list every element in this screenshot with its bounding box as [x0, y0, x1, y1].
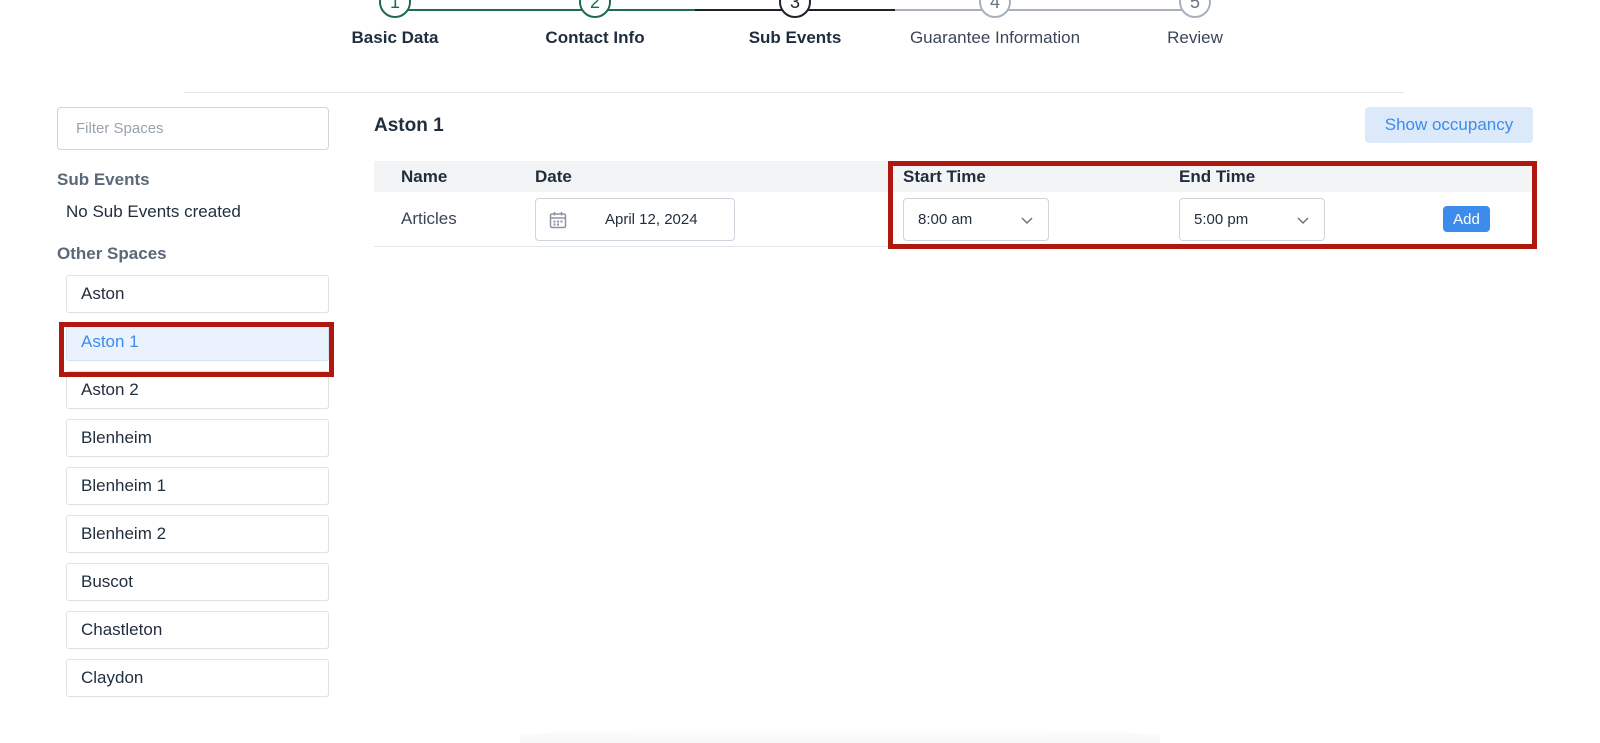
spaces-sidebar: Sub Events No Sub Events created Other S…: [57, 107, 337, 707]
step-number: 5: [1179, 0, 1211, 18]
sub-events-heading: Sub Events: [57, 170, 150, 189]
filter-spaces-input[interactable]: [57, 107, 329, 150]
progress-stepper: 1 Basic Data 2 Contact Info 3 Sub Events…: [0, 0, 1600, 90]
other-spaces-heading: Other Spaces: [57, 244, 167, 263]
start-time-value: 8:00 am: [918, 211, 973, 228]
column-header-start-time: Start Time: [903, 167, 986, 186]
step-sub-events[interactable]: 3 Sub Events: [695, 0, 895, 48]
space-item-claydon[interactable]: Claydon: [66, 659, 329, 697]
column-header-end-time: End Time: [1179, 167, 1256, 186]
step-guarantee-information[interactable]: 4 Guarantee Information: [895, 0, 1095, 48]
column-header-date: Date: [535, 167, 572, 186]
step-number: 2: [579, 0, 611, 18]
space-item-aston-2[interactable]: Aston 2: [66, 371, 329, 409]
date-value: April 12, 2024: [605, 211, 698, 228]
space-list: Aston Aston 1 Aston 2 Blenheim Blenheim …: [66, 275, 337, 697]
column-header-name: Name: [401, 167, 448, 186]
step-label: Sub Events: [748, 28, 842, 47]
end-time-select[interactable]: 5:00 pm: [1179, 198, 1325, 241]
space-item-blenheim[interactable]: Blenheim: [66, 419, 329, 457]
sub-event-name: Articles: [401, 209, 457, 228]
space-item-chastleton[interactable]: Chastleton: [66, 611, 329, 649]
step-number: 3: [779, 0, 811, 18]
step-label: Basic Data: [351, 28, 439, 47]
step-contact-info[interactable]: 2 Contact Info: [495, 0, 695, 48]
calendar-icon: [549, 211, 567, 229]
step-label: Review: [1167, 28, 1223, 47]
table-header: Name Date Start Time End Time: [374, 161, 1534, 192]
space-item-aston[interactable]: Aston: [66, 275, 329, 313]
space-item-buscot[interactable]: Buscot: [66, 563, 329, 601]
space-title: Aston 1: [374, 115, 444, 136]
step-review[interactable]: 5 Review: [1095, 0, 1295, 48]
chevron-down-icon: [1296, 213, 1310, 227]
sub-events-empty-note: No Sub Events created: [66, 202, 241, 221]
space-item-blenheim-2[interactable]: Blenheim 2: [66, 515, 329, 553]
end-time-value: 5:00 pm: [1194, 211, 1249, 228]
step-label: Guarantee Information: [909, 28, 1081, 47]
step-number: 1: [379, 0, 411, 18]
chevron-down-icon: [1020, 213, 1034, 227]
step-number: 4: [979, 0, 1011, 18]
step-label: Contact Info: [545, 28, 645, 47]
step-basic-data[interactable]: 1 Basic Data: [295, 0, 495, 48]
date-picker[interactable]: April 12, 2024: [535, 198, 735, 241]
start-time-select[interactable]: 8:00 am: [903, 198, 1049, 241]
sub-event-table: Name Date Start Time End Time Articles A…: [374, 161, 1534, 247]
space-item-blenheim-1[interactable]: Blenheim 1: [66, 467, 329, 505]
header-divider: [184, 92, 1404, 93]
table-row: Articles April 12, 2024 8:00 am 5:00 pm …: [374, 192, 1534, 247]
add-sub-event-button[interactable]: Add: [1443, 206, 1490, 232]
show-occupancy-button[interactable]: Show occupancy: [1365, 107, 1533, 143]
bottom-shadow: [520, 728, 1160, 743]
space-item-aston-1[interactable]: Aston 1: [66, 323, 329, 361]
